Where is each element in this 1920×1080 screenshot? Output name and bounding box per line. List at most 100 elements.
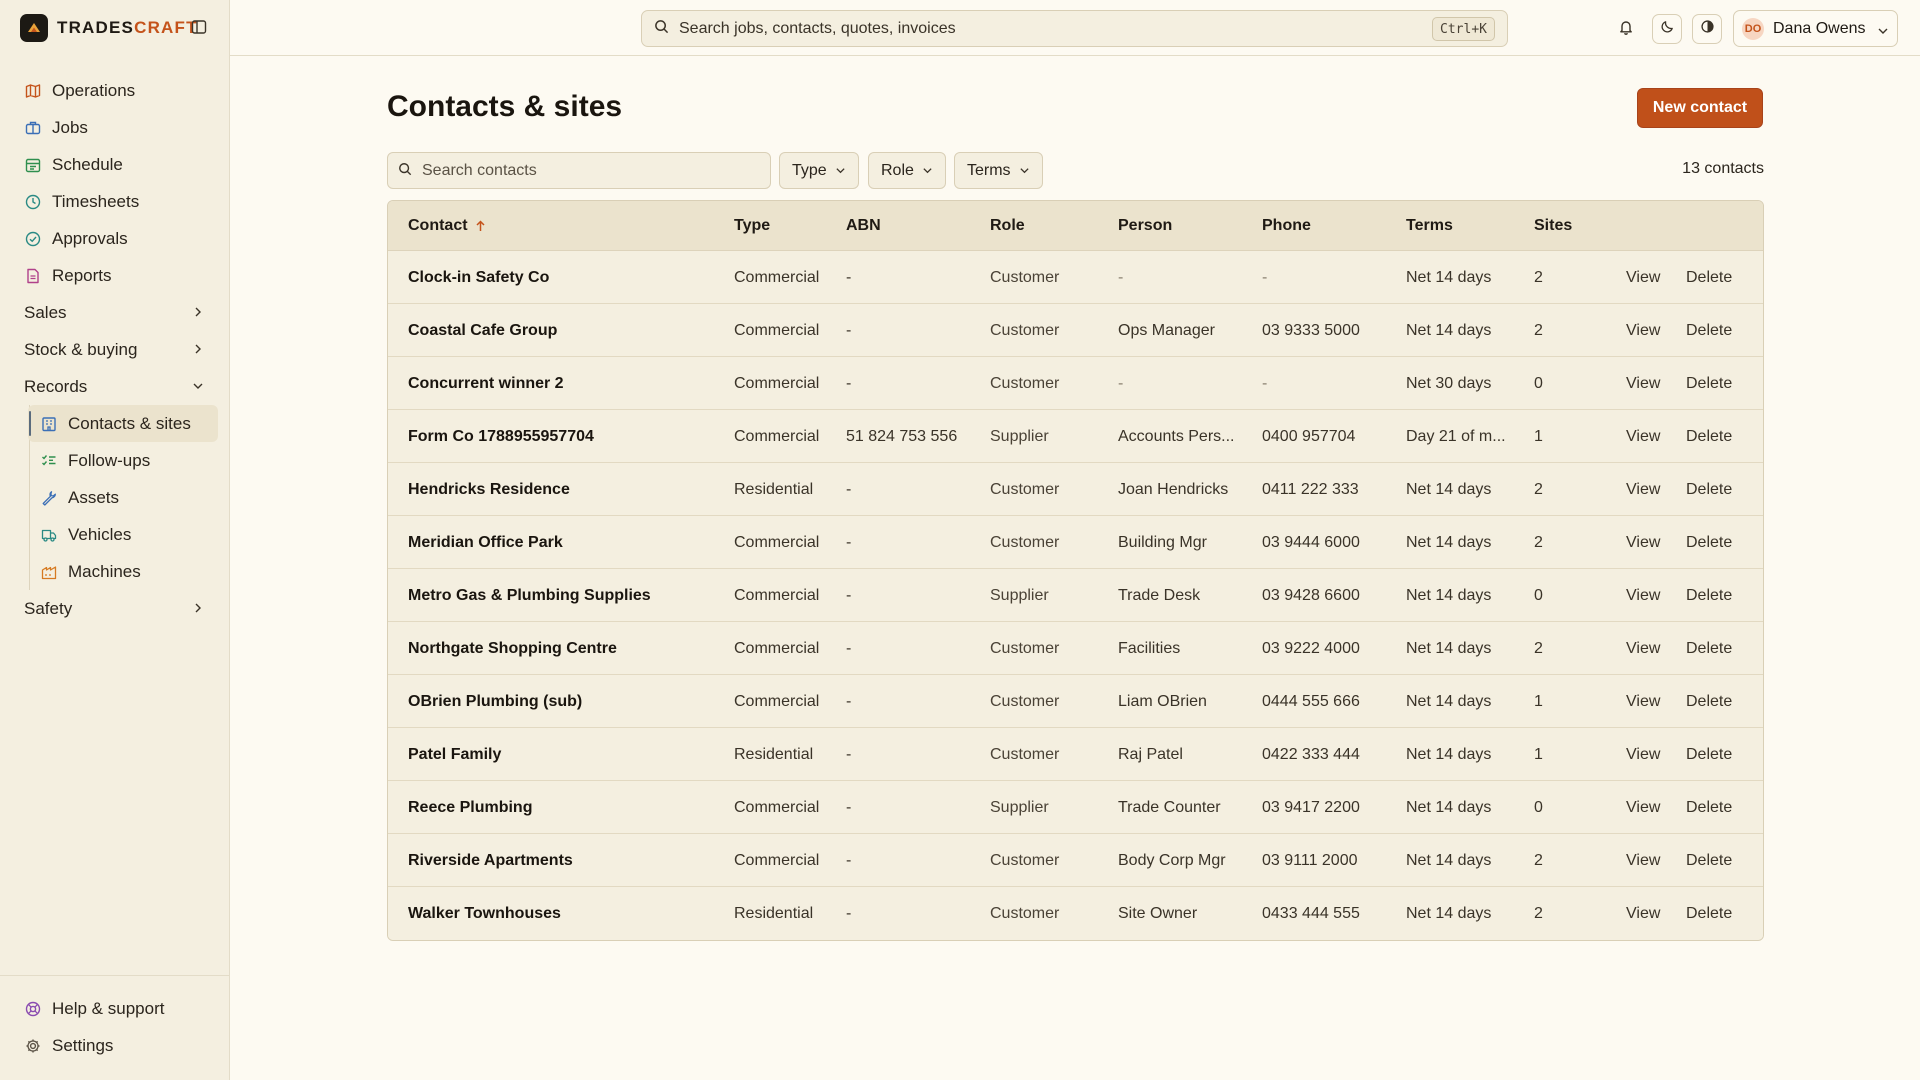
sidebar-group-records[interactable]: Records <box>0 368 230 405</box>
sidebar-item-label: Machines <box>68 561 141 581</box>
table-row[interactable]: Walker Townhouses Residential - Customer Sit… <box>388 887 1763 940</box>
sidebar-collapse-icon[interactable] <box>190 18 208 36</box>
new-contact-button[interactable]: New contact <box>1637 88 1763 128</box>
column-header-person[interactable]: Person <box>1118 201 1248 251</box>
contact-sites: 0 <box>1534 586 1543 604</box>
contact-phone: 03 9333 5000 <box>1262 321 1360 339</box>
sidebar-item-jobs[interactable]: Jobs <box>0 109 230 146</box>
table-row[interactable]: Reece Plumbing Commercial - Supplier Trade C… <box>388 781 1763 834</box>
column-header-terms[interactable]: Terms <box>1406 201 1518 251</box>
sidebar-group-sales[interactable]: Sales <box>0 294 230 331</box>
contact-role: Customer <box>990 851 1060 869</box>
column-header-contact[interactable]: Contact <box>408 201 708 251</box>
sidebar-item-assets[interactable]: Assets <box>28 479 218 516</box>
contact-terms: Net 30 days <box>1406 374 1492 392</box>
sidebar-item-label: Contacts & sites <box>68 413 191 433</box>
table-row[interactable]: Clock-in Safety Co Commercial - Customer - - N… <box>388 251 1763 304</box>
type-filter-dropdown[interactable]: Type <box>779 152 859 189</box>
sidebar-item-label: Operations <box>52 80 136 100</box>
table-row[interactable]: Form Co 1788955957704 Commercial 51 824 75… <box>388 410 1763 463</box>
delete-button[interactable]: Delete <box>1686 357 1732 410</box>
delete-button[interactable]: Delete <box>1686 728 1732 781</box>
delete-button[interactable]: Delete <box>1686 516 1732 569</box>
table-row[interactable]: Patel Family Residential - Customer Raj Pate… <box>388 728 1763 781</box>
table-header: Contact Type ABN Role Person Phone Terms… <box>388 201 1763 251</box>
view-button[interactable]: View <box>1626 622 1660 675</box>
terms-filter-dropdown[interactable]: Terms <box>954 152 1043 189</box>
delete-button[interactable]: Delete <box>1686 251 1732 304</box>
view-button[interactable]: View <box>1626 463 1660 516</box>
column-header-abn[interactable]: ABN <box>846 201 981 251</box>
sidebar-item-machines[interactable]: Machines <box>28 553 218 590</box>
view-button[interactable]: View <box>1626 304 1660 357</box>
sidebar-item-operations[interactable]: Operations <box>0 72 230 109</box>
table-row[interactable]: Meridian Office Park Commercial - Customer B… <box>388 516 1763 569</box>
contact-sites: 2 <box>1534 268 1543 286</box>
sidebar-item-vehicles[interactable]: Vehicles <box>28 516 218 553</box>
view-button[interactable]: View <box>1626 887 1660 940</box>
wrench-icon <box>40 489 58 507</box>
sidebar-item-schedule[interactable]: Schedule <box>0 146 230 183</box>
column-header-phone[interactable]: Phone <box>1262 201 1382 251</box>
logo-icon <box>20 14 48 42</box>
contact-terms: Net 14 days <box>1406 798 1492 816</box>
delete-button[interactable]: Delete <box>1686 304 1732 357</box>
notifications-button[interactable] <box>1611 14 1641 44</box>
view-button[interactable]: View <box>1626 781 1660 834</box>
contacts-search-input[interactable]: Search contacts <box>387 152 771 189</box>
view-button[interactable]: View <box>1626 251 1660 304</box>
contact-abn: - <box>846 692 852 710</box>
delete-button[interactable]: Delete <box>1686 463 1732 516</box>
delete-button[interactable]: Delete <box>1686 781 1732 834</box>
theme-toggle-button[interactable] <box>1652 14 1682 44</box>
sidebar-item-reports[interactable]: Reports <box>0 257 230 294</box>
view-button[interactable]: View <box>1626 675 1660 728</box>
column-header-role[interactable]: Role <box>990 201 1110 251</box>
table-row[interactable]: Concurrent winner 2 Commercial - Customer - -… <box>388 357 1763 410</box>
contact-sites: 2 <box>1534 904 1543 922</box>
sidebar-item-follow-ups[interactable]: Follow-ups <box>28 442 218 479</box>
sidebar-item-help[interactable]: Help & support <box>0 990 230 1027</box>
view-button[interactable]: View <box>1626 834 1660 887</box>
contact-name: Form Co 1788955957704 <box>408 427 594 445</box>
delete-button[interactable]: Delete <box>1686 622 1732 675</box>
table-row[interactable]: Riverside Apartments Commercial - Customer B… <box>388 834 1763 887</box>
global-search-input[interactable]: Search jobs, contacts, quotes, invoices … <box>641 10 1508 47</box>
delete-button[interactable]: Delete <box>1686 834 1732 887</box>
delete-button[interactable]: Delete <box>1686 410 1732 463</box>
sidebar-item-contacts-sites[interactable]: Contacts & sites <box>28 405 218 442</box>
view-button[interactable]: View <box>1626 410 1660 463</box>
column-header-sites[interactable]: Sites <box>1534 201 1584 251</box>
role-filter-dropdown[interactable]: Role <box>868 152 946 189</box>
search-shortcut-badge: Ctrl+K <box>1432 17 1495 41</box>
delete-button[interactable]: Delete <box>1686 887 1732 940</box>
view-button[interactable]: View <box>1626 569 1660 622</box>
sidebar-item-approvals[interactable]: Approvals <box>0 220 230 257</box>
view-button[interactable]: View <box>1626 516 1660 569</box>
table-row[interactable]: Northgate Shopping Centre Commercial - Cust… <box>388 622 1763 675</box>
table-row[interactable]: OBrien Plumbing (sub) Commercial - Customer… <box>388 675 1763 728</box>
column-header-type[interactable]: Type <box>734 201 834 251</box>
sidebar-item-timesheets[interactable]: Timesheets <box>0 183 230 220</box>
delete-button[interactable]: Delete <box>1686 675 1732 728</box>
table-row[interactable]: Coastal Cafe Group Commercial - Customer Ops… <box>388 304 1763 357</box>
delete-button[interactable]: Delete <box>1686 569 1732 622</box>
contrast-button[interactable] <box>1692 14 1722 44</box>
contact-phone: 03 9111 2000 <box>1262 851 1358 869</box>
sidebar-bottom: Help & support Settings <box>0 975 230 1064</box>
brand[interactable]: TRADESCRAFT <box>20 14 198 42</box>
view-button[interactable]: View <box>1626 728 1660 781</box>
contact-phone: 03 9428 6600 <box>1262 586 1360 604</box>
table-row[interactable]: Hendricks Residence Residential - Customer J… <box>388 463 1763 516</box>
sidebar-group-stock[interactable]: Stock & buying <box>0 331 230 368</box>
sidebar-item-settings[interactable]: Settings <box>0 1027 230 1064</box>
view-button[interactable]: View <box>1626 357 1660 410</box>
sidebar-group-label: Records <box>24 376 88 396</box>
sidebar-group-safety[interactable]: Safety <box>0 590 230 627</box>
user-menu-button[interactable]: DO Dana Owens <box>1733 10 1898 47</box>
contact-sites: 1 <box>1534 692 1543 710</box>
table-row[interactable]: Metro Gas & Plumbing Supplies Commercial -… <box>388 569 1763 622</box>
list-check-icon <box>40 452 58 470</box>
sidebar-group-label: Safety <box>24 598 73 618</box>
contact-person: Facilities <box>1118 639 1181 657</box>
